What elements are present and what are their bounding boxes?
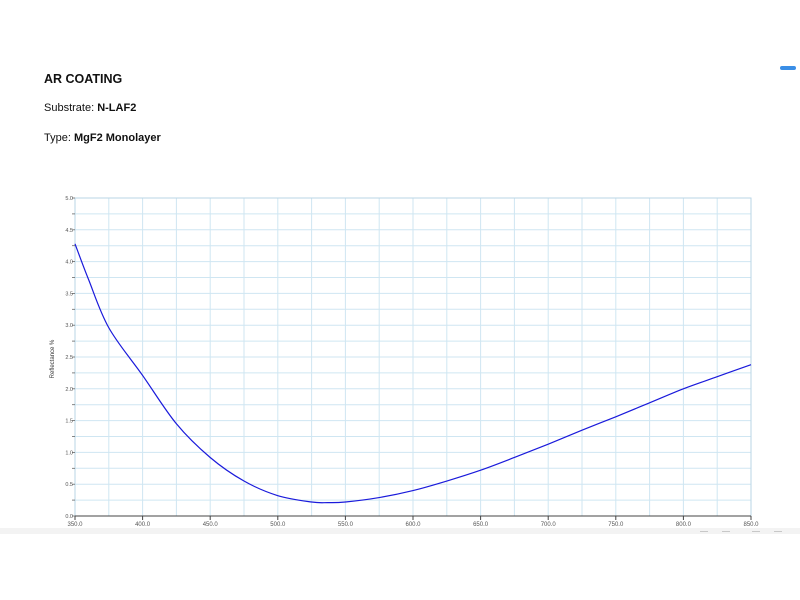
y-tick-label: 1.0 <box>65 450 73 456</box>
chart-grid <box>74 197 752 517</box>
y-axis-label: Reflectance % <box>50 339 56 378</box>
y-tick-label: 4.5 <box>65 228 73 234</box>
strip-marker <box>700 531 708 532</box>
strip-marker <box>752 531 760 532</box>
reflectance-chart: 350.0 400.0 450.0 500.0 550.0 600.0 650.0 700.0… <box>50 196 759 528</box>
y-tick-label: 3.0 <box>65 323 73 329</box>
y-tick-label: 3.5 <box>65 291 73 297</box>
y-tick-label: 2.5 <box>65 355 73 361</box>
y-tick-label: 5.0 <box>65 196 73 202</box>
strip-marker <box>774 531 782 532</box>
y-tick-label: 4.0 <box>65 260 73 266</box>
y-tick-label: 1.5 <box>65 419 73 425</box>
strip-marker <box>722 531 730 532</box>
y-tick-label: 2.0 <box>65 387 73 393</box>
y-tick-label: 0.0 <box>65 514 73 520</box>
y-tick-label: 0.5 <box>65 482 73 488</box>
bottom-scroll-strip[interactable] <box>0 528 800 534</box>
